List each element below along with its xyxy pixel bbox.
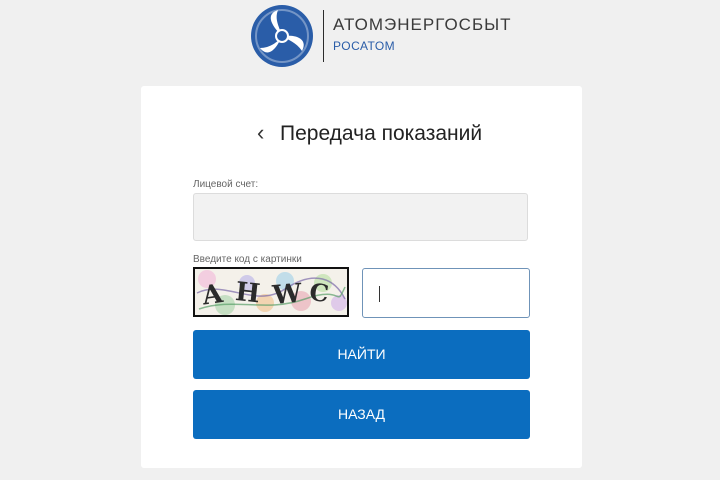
page-title: Передача показаний — [280, 122, 483, 145]
captcha-char: C — [308, 277, 331, 308]
form-card: ‹ Передача показаний Лицевой счет: Введи… — [141, 86, 582, 468]
captcha-label: Введите код с картинки — [193, 254, 302, 265]
captcha-input[interactable] — [362, 268, 530, 318]
text-cursor — [379, 286, 380, 302]
captcha-char: H — [234, 277, 262, 309]
captcha-char: W — [270, 279, 303, 312]
account-label: Лицевой счет: — [193, 179, 259, 190]
brand-subtitle: РОСАТОМ — [333, 39, 396, 53]
account-field[interactable] — [193, 193, 528, 241]
rosatom-emblem-icon — [251, 5, 313, 67]
brand-name: АТОМЭНЕРГОСБЫТ — [333, 15, 512, 34]
chevron-left-icon[interactable]: ‹ — [257, 122, 271, 144]
captcha-noise: A H W C — [195, 269, 347, 315]
captcha-image: A H W C — [193, 267, 349, 317]
logo-divider — [323, 10, 324, 62]
back-button[interactable]: НАЗАД — [193, 390, 530, 439]
find-button[interactable]: НАЙТИ — [193, 330, 530, 379]
header: АТОМЭНЕРГОСБЫТ РОСАТОМ — [0, 0, 720, 80]
